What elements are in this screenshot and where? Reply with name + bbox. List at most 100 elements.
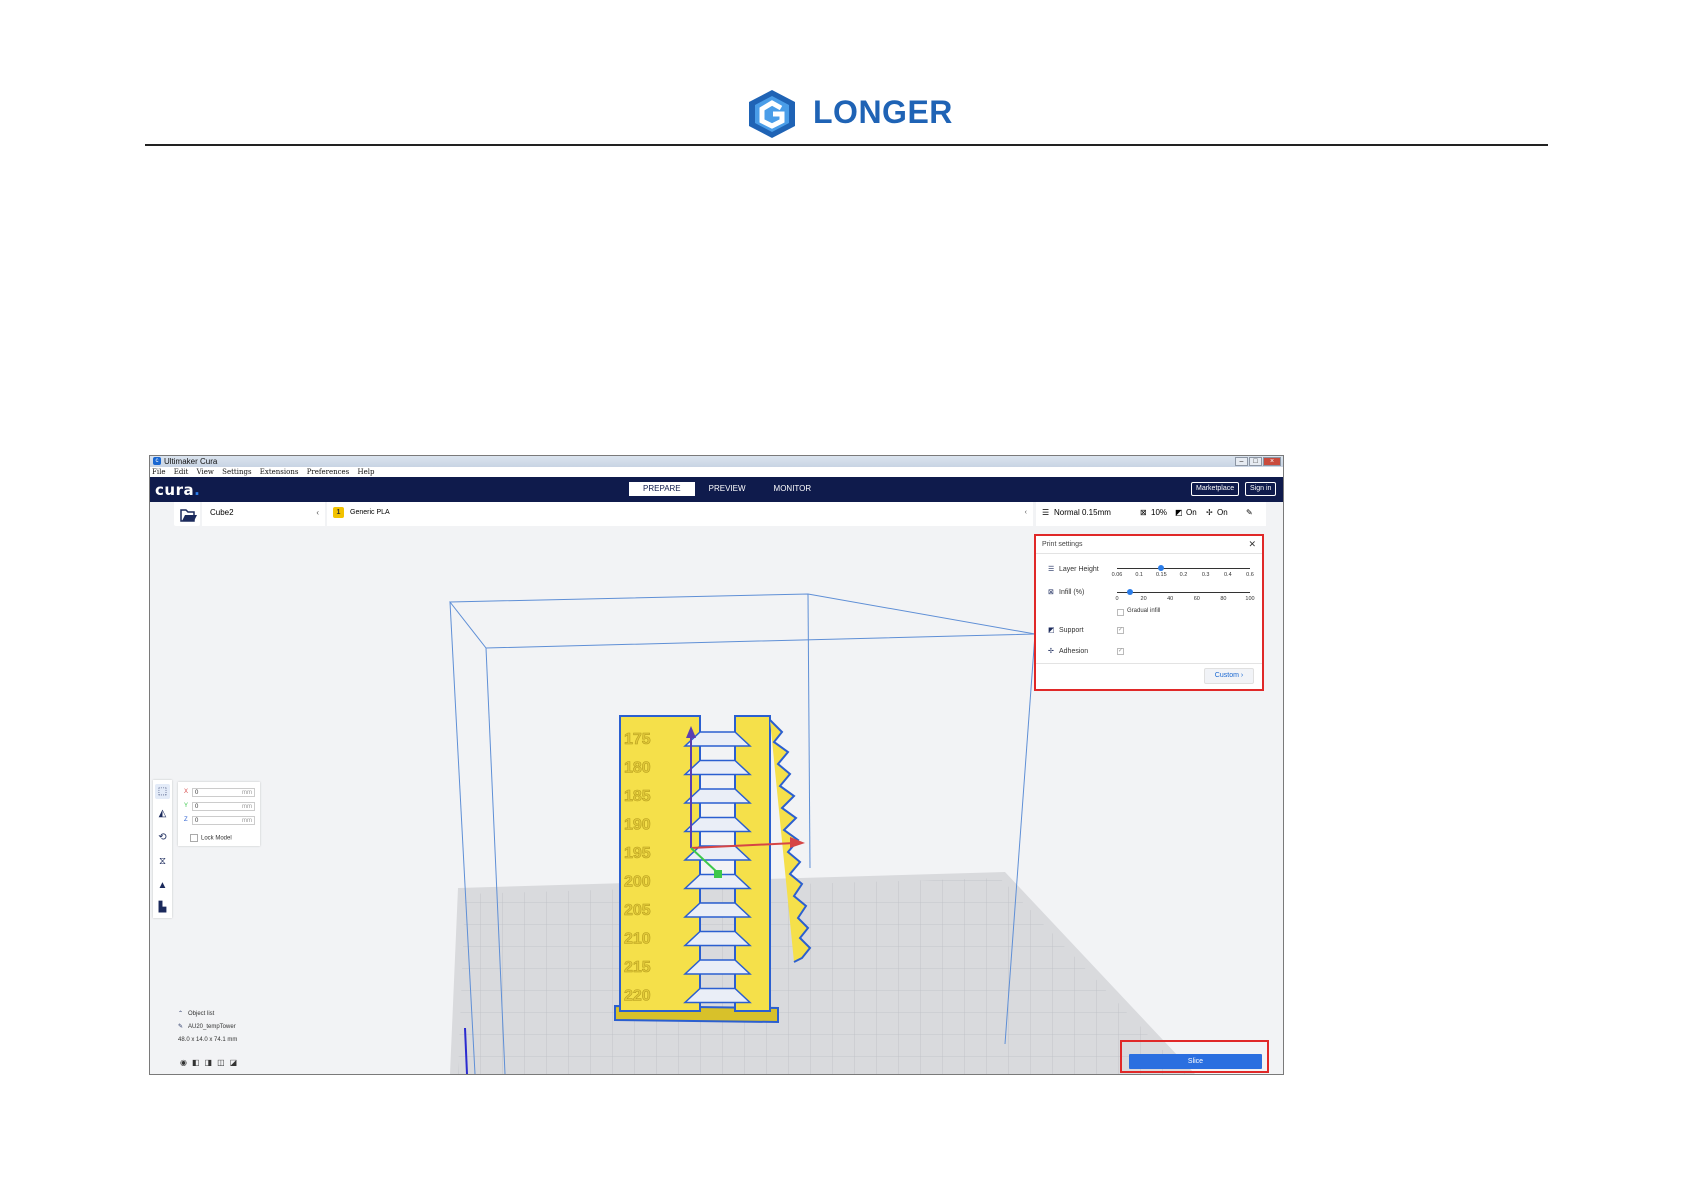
folder-icon xyxy=(180,509,197,522)
longer-logo-icon xyxy=(749,90,795,138)
move-tool-panel: X 0 mm Y 0 mm Z 0 mm Lock Model xyxy=(178,782,260,846)
y-row: Y 0 mm xyxy=(184,802,256,812)
object-list-label: Object list xyxy=(188,1011,215,1017)
object-info: ⌃ Object list ✎ AU20_tempTower 48.0 x 14.0… xyxy=(178,1008,237,1047)
left-view-icon[interactable]: ◫ xyxy=(217,1058,225,1067)
tower-temp-label: 180 xyxy=(624,760,651,777)
adhesion-summary: On xyxy=(1217,508,1228,517)
x-value: 0 xyxy=(195,790,199,796)
infill-icon: ⊠ xyxy=(1140,508,1147,517)
infill-summary: 10% xyxy=(1151,508,1168,517)
printer-name: Cube2 xyxy=(210,508,234,517)
cura-app-icon: c xyxy=(153,457,161,465)
object-list-toggle[interactable]: ⌃ Object list xyxy=(178,1008,237,1021)
menu-edit[interactable]: Edit xyxy=(174,468,189,476)
view-orientation-buttons: ◉ ◧ ◨ ◫ ◪ xyxy=(180,1058,237,1067)
pencil-icon[interactable]: ✎ xyxy=(1246,502,1253,524)
3d-view-icon[interactable]: ◉ xyxy=(180,1058,187,1067)
build-plate-grid xyxy=(458,878,1185,1074)
front-view-icon[interactable]: ◧ xyxy=(192,1058,200,1067)
open-file-button[interactable] xyxy=(174,502,200,526)
object-name-row: ✎ AU20_tempTower xyxy=(178,1021,237,1034)
header-divider xyxy=(145,144,1548,146)
printer-selector[interactable]: Cube2 ‹ xyxy=(202,502,325,526)
extruder-badge: 1 xyxy=(333,507,344,518)
title-bar: c Ultimaker Cura – □ × xyxy=(150,456,1283,467)
cura-logo-text: cura xyxy=(155,481,195,499)
left-toolbar: ⬚ ◭ ⟲ ⧖ ▲ ▙ xyxy=(153,780,172,918)
stage-tabs: PREPARE PREVIEW MONITOR xyxy=(629,482,825,496)
right-view-icon[interactable]: ◪ xyxy=(230,1058,238,1067)
menu-help[interactable]: Help xyxy=(358,468,375,476)
menu-view[interactable]: View xyxy=(197,468,214,476)
x-input[interactable]: 0 mm xyxy=(192,788,255,797)
tower-temp-label: 175 xyxy=(624,731,651,748)
tab-monitor[interactable]: MONITOR xyxy=(760,482,826,496)
y-input[interactable]: 0 mm xyxy=(192,802,255,811)
menu-file[interactable]: File xyxy=(152,468,165,476)
x-label: X xyxy=(184,789,189,795)
3d-viewport[interactable]: 175 180 185 190 195 200 205 210 215 220 ⬚ ◭ ⟲ ⧖ ▲… xyxy=(150,528,1283,1074)
print-settings-highlight xyxy=(1034,534,1264,691)
x-unit: mm xyxy=(242,790,252,796)
menu-settings[interactable]: Settings xyxy=(222,468,251,476)
close-icon[interactable]: × xyxy=(1263,457,1281,466)
pencil-icon: ✎ xyxy=(178,1024,184,1030)
adhesion-icon: ✢ xyxy=(1206,508,1213,517)
slice-highlight xyxy=(1120,1040,1269,1073)
object-name: AU20_tempTower xyxy=(188,1024,236,1030)
tower-temp-label: 205 xyxy=(624,902,651,919)
minimize-icon[interactable]: – xyxy=(1235,457,1248,466)
print-settings-selector[interactable]: ☰ Normal 0.15mm ⊠ 10% ◩ On ✢ On ✎ xyxy=(1036,502,1266,526)
tower-temp-label: 210 xyxy=(624,931,651,948)
window-controls: – □ × xyxy=(1235,457,1281,466)
material-name: Generic PLA xyxy=(350,509,390,516)
top-view-icon[interactable]: ◨ xyxy=(205,1058,213,1067)
z-row: Z 0 mm xyxy=(184,816,256,826)
cura-logo-dot: . xyxy=(194,481,201,499)
z-input[interactable]: 0 mm xyxy=(192,816,255,825)
move-tool-icon[interactable]: ⬚ xyxy=(155,784,170,799)
brand-logo: LONGER xyxy=(745,88,955,140)
rotate-tool-icon[interactable]: ⟲ xyxy=(155,830,170,845)
z-unit: mm xyxy=(242,818,252,824)
layers-icon: ☰ xyxy=(1042,508,1050,517)
tab-prepare[interactable]: PREPARE xyxy=(629,482,695,496)
tab-preview[interactable]: PREVIEW xyxy=(695,482,760,496)
chevron-left-icon: ‹ xyxy=(316,508,319,517)
tower-temp-label: 185 xyxy=(624,788,651,805)
marketplace-button[interactable]: Marketplace xyxy=(1191,482,1240,496)
menu-preferences[interactable]: Preferences xyxy=(307,468,350,476)
support-blocker-icon[interactable]: ▙ xyxy=(155,900,170,915)
profile-name: Normal 0.15mm xyxy=(1054,508,1111,517)
lock-model-checkbox[interactable]: Lock Model xyxy=(190,834,232,842)
y-label: Y xyxy=(184,803,189,809)
per-model-settings-icon[interactable]: ▲ xyxy=(155,878,170,893)
stage-bar: Cube2 ‹ 1 Generic PLA ‹ ☰ Normal 0.15mm … xyxy=(150,502,1283,528)
top-navigation: cura. PREPARE PREVIEW MONITOR Marketplac… xyxy=(150,477,1283,502)
window-title: Ultimaker Cura xyxy=(164,457,218,466)
menu-extensions[interactable]: Extensions xyxy=(260,468,299,476)
x-row: X 0 mm xyxy=(184,788,256,798)
cura-logo: cura. xyxy=(155,481,200,499)
tower-temp-label: 215 xyxy=(624,959,651,976)
chevron-left-icon: ‹ xyxy=(1024,509,1027,516)
cura-window: c Ultimaker Cura – □ × File Edit View Se… xyxy=(149,455,1284,1075)
z-value: 0 xyxy=(195,818,199,824)
lock-model-label: Lock Model xyxy=(201,835,232,842)
support-summary: On xyxy=(1186,508,1197,517)
y-unit: mm xyxy=(242,804,252,810)
mirror-tool-icon[interactable]: ⧖ xyxy=(155,854,170,869)
material-selector[interactable]: 1 Generic PLA ‹ xyxy=(327,502,1033,526)
maximize-icon[interactable]: □ xyxy=(1249,457,1262,466)
tower-temp-label: 195 xyxy=(624,845,651,862)
z-label: Z xyxy=(184,817,188,823)
tower-temp-label: 190 xyxy=(624,817,651,834)
chevron-up-icon: ⌃ xyxy=(178,1011,184,1017)
scale-tool-icon[interactable]: ◭ xyxy=(155,806,170,821)
lock-checkbox-box xyxy=(190,834,198,842)
support-icon: ◩ xyxy=(1175,508,1183,517)
tower-temp-label: 200 xyxy=(624,874,651,891)
menu-bar: File Edit View Settings Extensions Prefe… xyxy=(150,467,1283,477)
sign-in-button[interactable]: Sign in xyxy=(1245,482,1277,496)
